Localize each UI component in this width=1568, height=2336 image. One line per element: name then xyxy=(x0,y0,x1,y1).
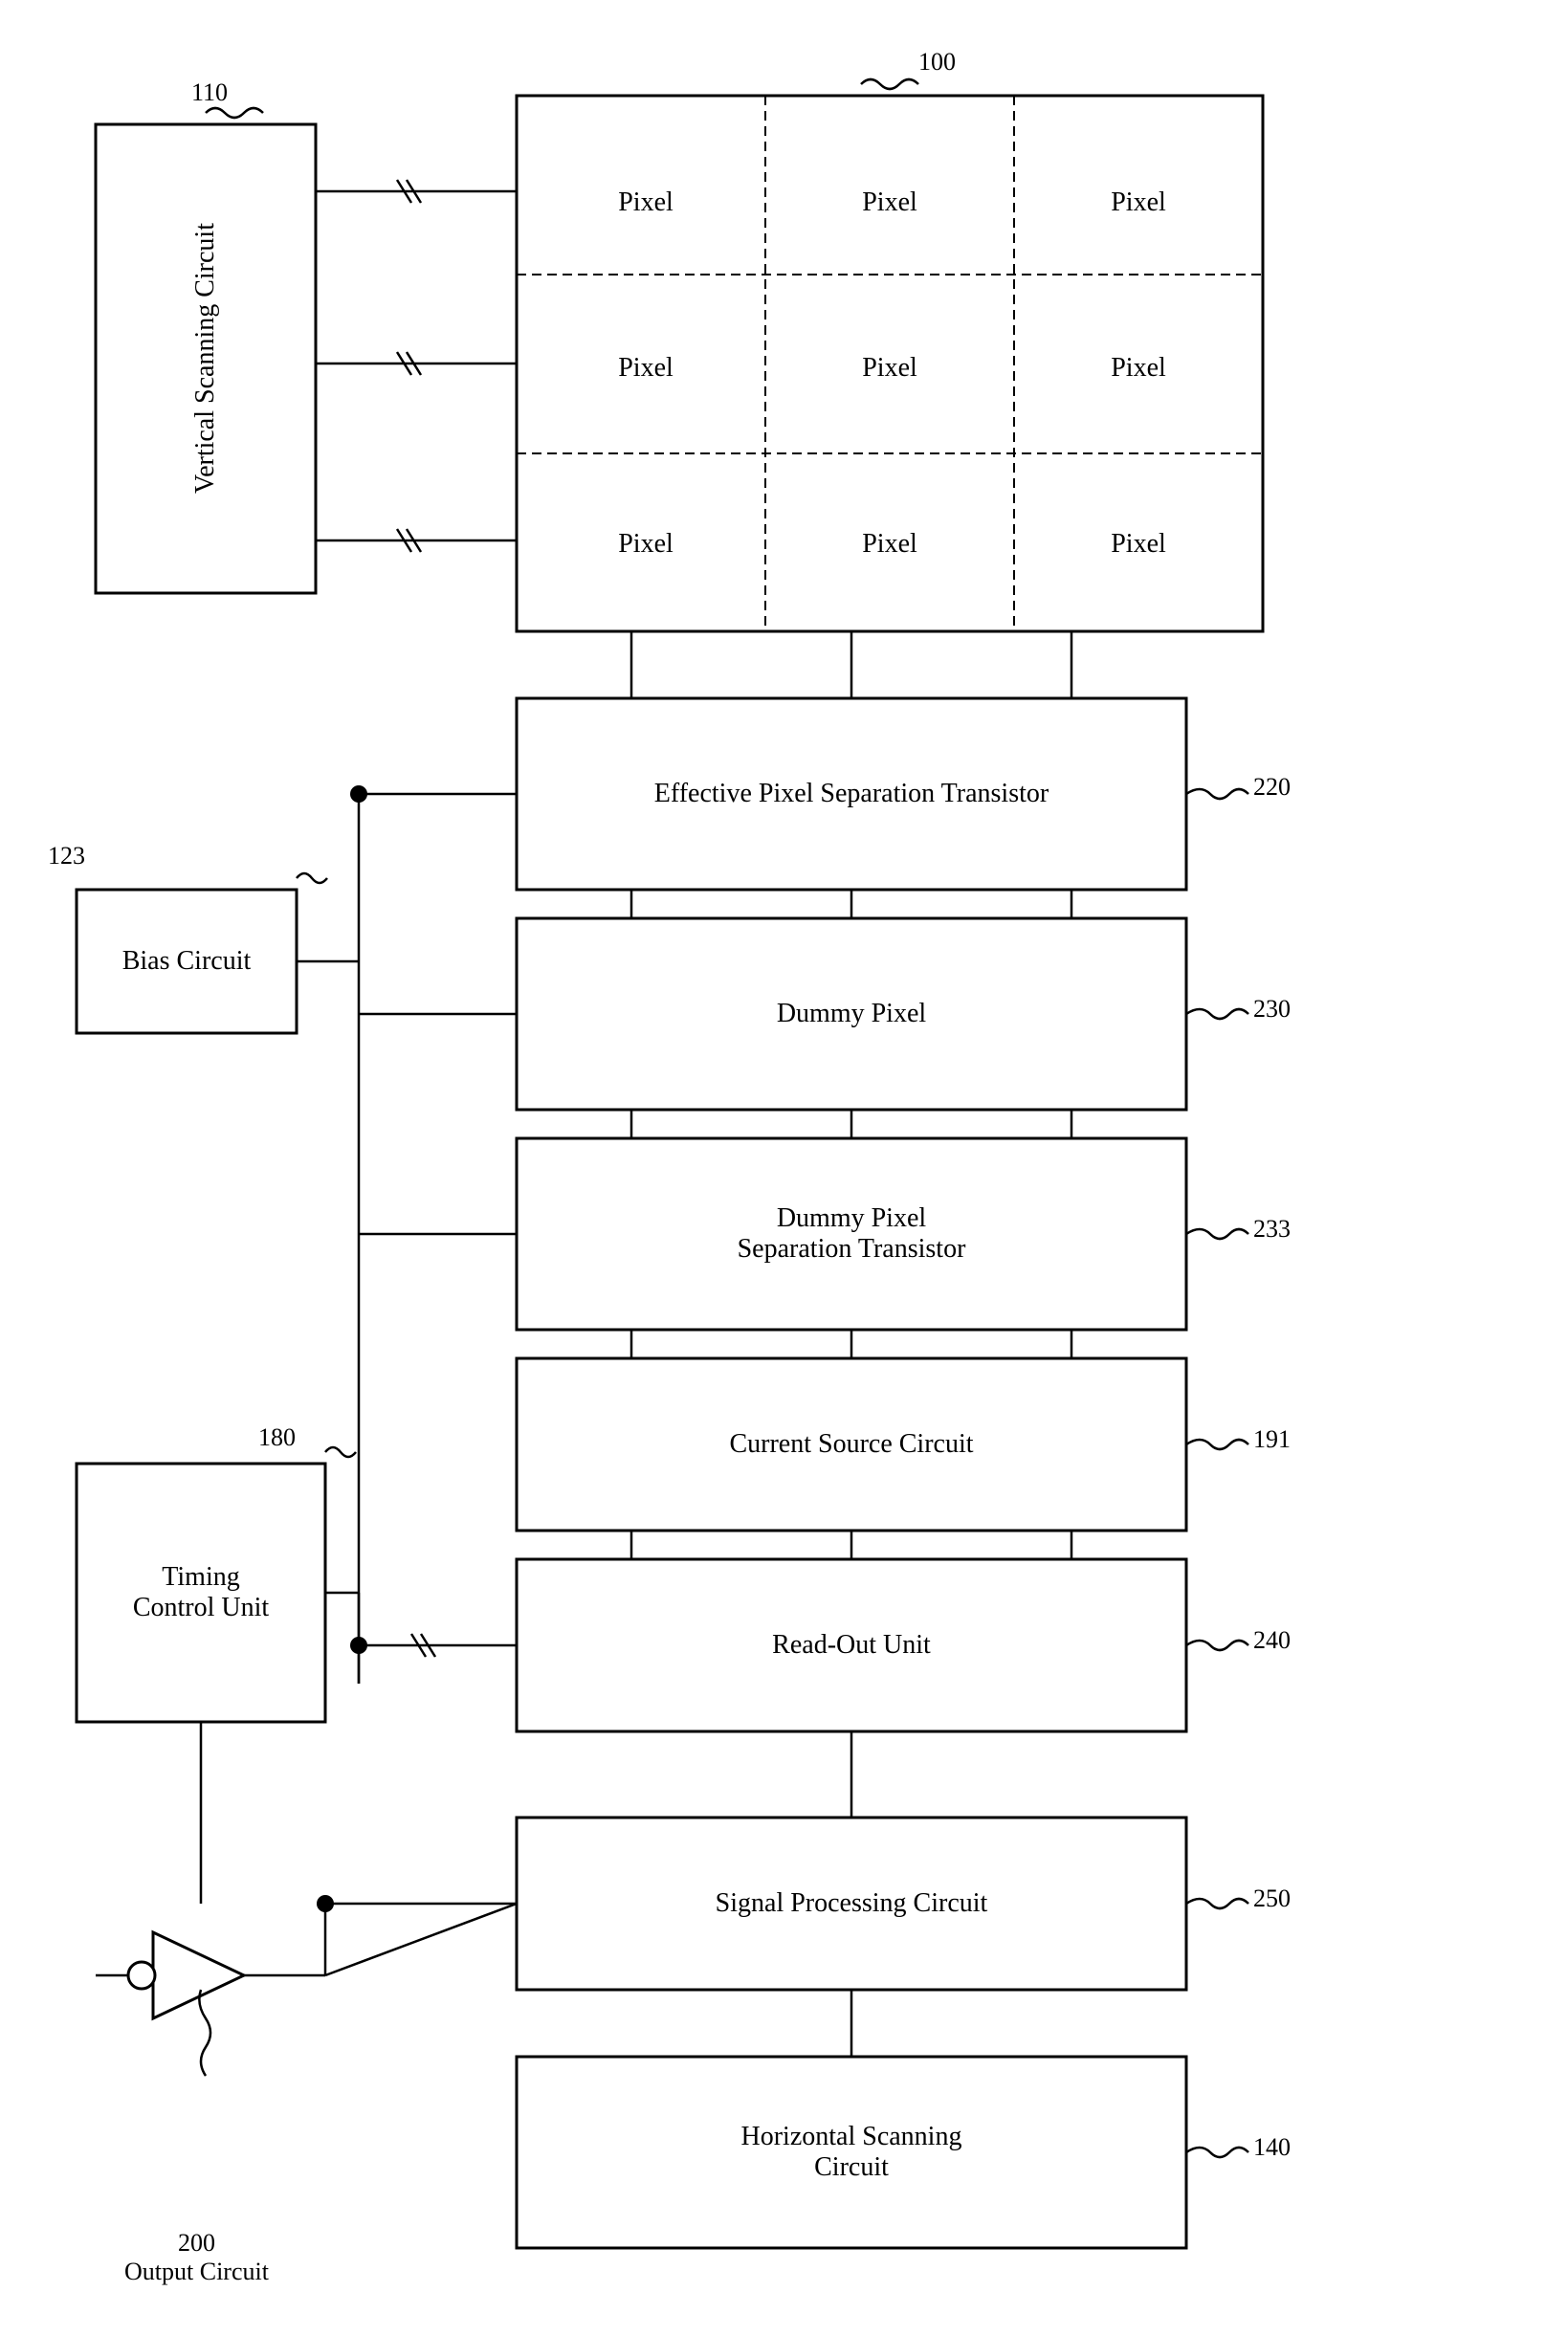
pixel-r3c3: Pixel xyxy=(1024,464,1253,625)
effective-pixel-sep-label: Effective Pixel Separation Transistor xyxy=(517,698,1186,890)
pixel-r2c3: Pixel xyxy=(1024,287,1253,450)
horizontal-scanning-label: Horizontal ScanningCircuit xyxy=(517,2057,1186,2248)
dummy-pixel-sep-label: Dummy PixelSeparation Transistor xyxy=(517,1138,1186,1330)
readout-label: Read-Out Unit xyxy=(517,1559,1186,1731)
ref-100: 100 xyxy=(918,48,956,77)
dummy-pixel-label: Dummy Pixel xyxy=(517,918,1186,1110)
signal-processing-label: Signal Processing Circuit xyxy=(517,1818,1186,1990)
ref-233: 233 xyxy=(1253,1215,1291,1244)
pixel-r2c2: Pixel xyxy=(775,287,1005,450)
vertical-scanning-label: Vertical Scanning Circuit xyxy=(96,124,316,593)
pixel-r1c2: Pixel xyxy=(775,136,1005,270)
pixel-r1c3: Pixel xyxy=(1024,136,1253,270)
timing-control-label: TimingControl Unit xyxy=(77,1464,325,1722)
ref-230: 230 xyxy=(1253,995,1291,1024)
pixel-r3c2: Pixel xyxy=(775,464,1005,625)
pixel-r2c1: Pixel xyxy=(531,287,761,450)
pixel-r1c1: Pixel xyxy=(531,136,761,270)
ref-250: 250 xyxy=(1253,1884,1291,1913)
bias-circuit-label: Bias Circuit xyxy=(77,890,297,1033)
ref-110: 110 xyxy=(191,78,228,107)
ref-140: 140 xyxy=(1253,2133,1291,2162)
pixel-r3c1: Pixel xyxy=(531,464,761,625)
ref-191: 191 xyxy=(1253,1425,1291,1454)
ref-240: 240 xyxy=(1253,1626,1291,1655)
ref-123: 123 xyxy=(48,842,85,870)
ref-180: 180 xyxy=(258,1423,296,1452)
ref-220: 220 xyxy=(1253,773,1291,802)
ref-200-label: 200Output Circuit xyxy=(124,2229,269,2286)
current-source-label: Current Source Circuit xyxy=(517,1358,1186,1531)
